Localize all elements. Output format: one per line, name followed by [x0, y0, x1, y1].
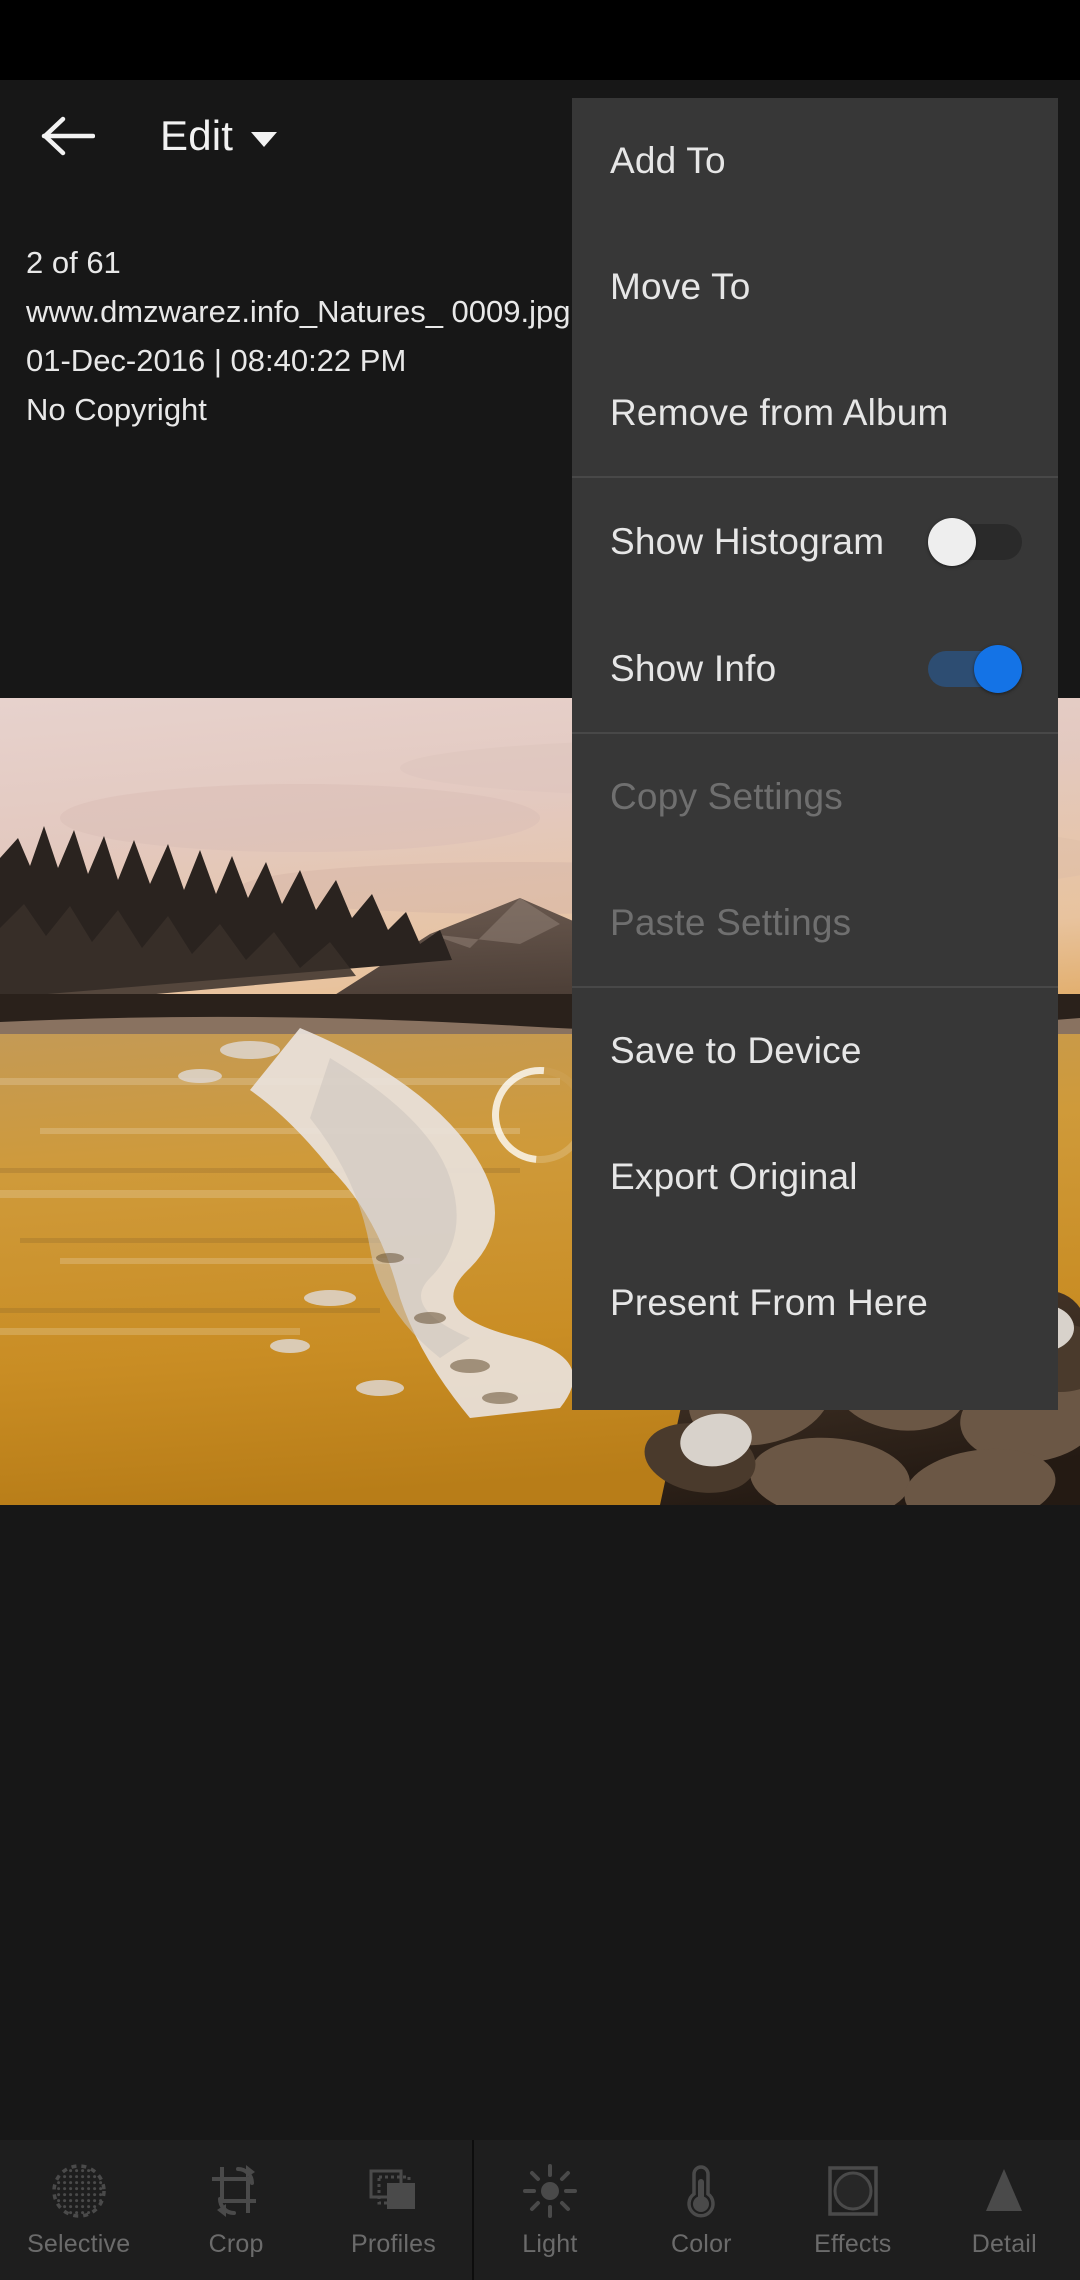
- sun-icon: [521, 2162, 579, 2220]
- menu-item-label: Remove from Album: [610, 392, 949, 433]
- menu-group-display: Show Histogram Show Info: [572, 478, 1058, 732]
- photo-filename: www.dmzwarez.info_Natures_ 0009.jpg: [26, 294, 571, 329]
- menu-item-label: Copy Settings: [610, 776, 843, 817]
- menu-item-export-original[interactable]: Export Original: [572, 1114, 1058, 1240]
- menu-item-paste-settings: Paste Settings: [572, 860, 1058, 986]
- arrow-left-icon: [41, 115, 95, 157]
- menu-item-copy-settings: Copy Settings: [572, 734, 1058, 860]
- toggle-knob: [974, 644, 1022, 693]
- menu-item-label: Save to Device: [610, 1030, 862, 1071]
- status-bar: [0, 0, 1080, 80]
- tool-detail[interactable]: Detail: [929, 2140, 1080, 2280]
- profiles-stack-icon: [364, 2162, 422, 2220]
- triangle-icon: [975, 2162, 1033, 2220]
- menu-item-label: Present From Here: [610, 1282, 928, 1323]
- menu-item-label: Export Original: [610, 1156, 858, 1197]
- menu-item-show-histogram[interactable]: Show Histogram: [572, 478, 1058, 605]
- tool-color[interactable]: Color: [626, 2140, 777, 2280]
- menu-item-label: Show Info: [610, 647, 777, 689]
- tool-label: Effects: [814, 2229, 892, 2258]
- photo-info-overlay: 2 of 61 www.dmzwarez.info_Natures_ 0009.…: [26, 238, 571, 434]
- menu-item-label: Paste Settings: [610, 902, 852, 943]
- menu-item-save-to-device[interactable]: Save to Device: [572, 988, 1058, 1114]
- tool-crop[interactable]: Crop: [157, 2140, 314, 2280]
- toolbar-group-right: Light Color Effects Detail: [474, 2140, 1080, 2280]
- menu-group-album: Add To Move To Remove from Album: [572, 98, 1058, 476]
- photo-copyright: No Copyright: [26, 392, 207, 427]
- chevron-down-icon: [251, 131, 278, 147]
- overflow-menu: Add To Move To Remove from Album Show Hi…: [572, 98, 1058, 1410]
- edit-tools-toolbar: Selective Crop Profiles Light Color Effe…: [0, 2140, 1080, 2280]
- tool-label: Selective: [27, 2229, 131, 2258]
- photo-counter: 2 of 61: [26, 245, 121, 280]
- menu-item-show-info[interactable]: Show Info: [572, 605, 1058, 732]
- thermometer-icon: [672, 2162, 730, 2220]
- tool-label: Color: [670, 2229, 732, 2258]
- tool-selective[interactable]: Selective: [0, 2140, 157, 2280]
- menu-item-present-from-here[interactable]: Present From Here: [572, 1240, 1058, 1366]
- selective-dots-circle-icon: [50, 2162, 108, 2220]
- tool-label: Light: [522, 2229, 578, 2258]
- edit-title-dropdown[interactable]: Edit: [160, 98, 278, 174]
- menu-item-move-to[interactable]: Move To: [572, 224, 1058, 350]
- menu-group-settings: Copy Settings Paste Settings: [572, 734, 1058, 986]
- tool-label: Crop: [208, 2229, 264, 2258]
- menu-item-label: Add To: [610, 140, 726, 181]
- effects-square-circle-icon: [824, 2162, 882, 2220]
- toolbar-group-left: Selective Crop Profiles: [0, 2140, 472, 2280]
- tool-label: Detail: [971, 2229, 1037, 2258]
- photo-datetime: 01-Dec-2016 | 08:40:22 PM: [26, 343, 407, 378]
- menu-group-export: Save to Device Export Original Present F…: [572, 988, 1058, 1366]
- menu-item-label: Show Histogram: [610, 520, 885, 562]
- crop-rotate-icon: [207, 2162, 265, 2220]
- back-button[interactable]: [30, 98, 106, 174]
- tool-light[interactable]: Light: [474, 2140, 625, 2280]
- tool-profiles[interactable]: Profiles: [315, 2140, 472, 2280]
- menu-item-add-to[interactable]: Add To: [572, 98, 1058, 224]
- menu-item-label: Move To: [610, 266, 751, 307]
- page-title: Edit: [160, 112, 234, 159]
- toggle-knob: [928, 517, 976, 566]
- tool-label: Profiles: [350, 2229, 436, 2258]
- tool-effects[interactable]: Effects: [777, 2140, 928, 2280]
- menu-item-remove-from-album[interactable]: Remove from Album: [572, 350, 1058, 476]
- show-histogram-toggle[interactable]: [928, 517, 1022, 566]
- lightroom-edit-screen: Edit 2 of 61 www.dmzwarez.info_Natures_ …: [0, 0, 1080, 2280]
- show-info-toggle[interactable]: [928, 644, 1022, 693]
